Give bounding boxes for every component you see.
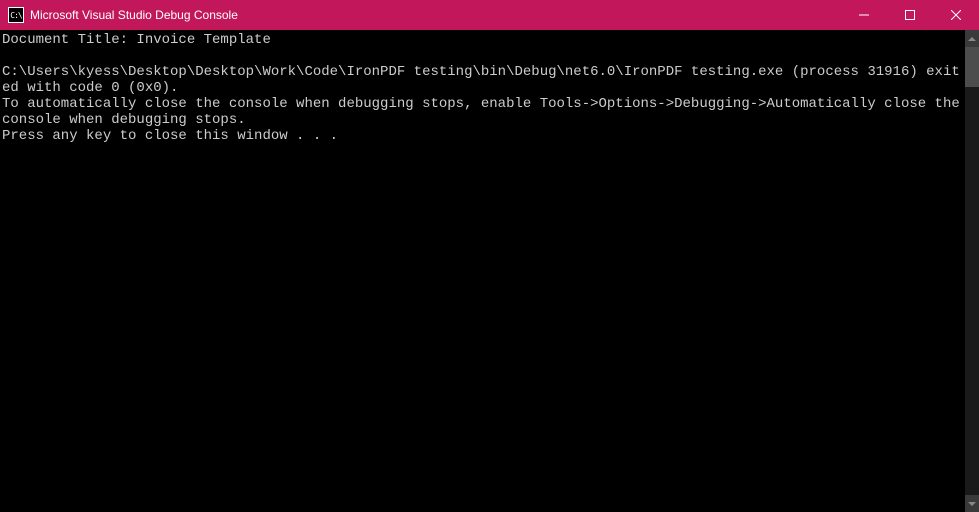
chevron-down-icon [968, 502, 976, 506]
scroll-down-arrow[interactable] [965, 495, 979, 512]
maximize-icon [905, 10, 915, 20]
chevron-up-icon [968, 37, 976, 41]
window-title: Microsoft Visual Studio Debug Console [30, 8, 238, 22]
maximize-button[interactable] [887, 0, 933, 30]
titlebar[interactable]: C:\ Microsoft Visual Studio Debug Consol… [0, 0, 979, 30]
close-icon [951, 10, 961, 20]
app-icon: C:\ [8, 7, 24, 23]
content-area: Document Title: Invoice Template C:\User… [0, 30, 979, 512]
window: C:\ Microsoft Visual Studio Debug Consol… [0, 0, 979, 512]
scroll-track[interactable] [965, 47, 979, 495]
vertical-scrollbar[interactable] [965, 30, 979, 512]
scroll-thumb[interactable] [965, 47, 979, 87]
minimize-icon [859, 10, 869, 20]
console-output[interactable]: Document Title: Invoice Template C:\User… [0, 30, 965, 512]
scroll-up-arrow[interactable] [965, 30, 979, 47]
close-button[interactable] [933, 0, 979, 30]
minimize-button[interactable] [841, 0, 887, 30]
